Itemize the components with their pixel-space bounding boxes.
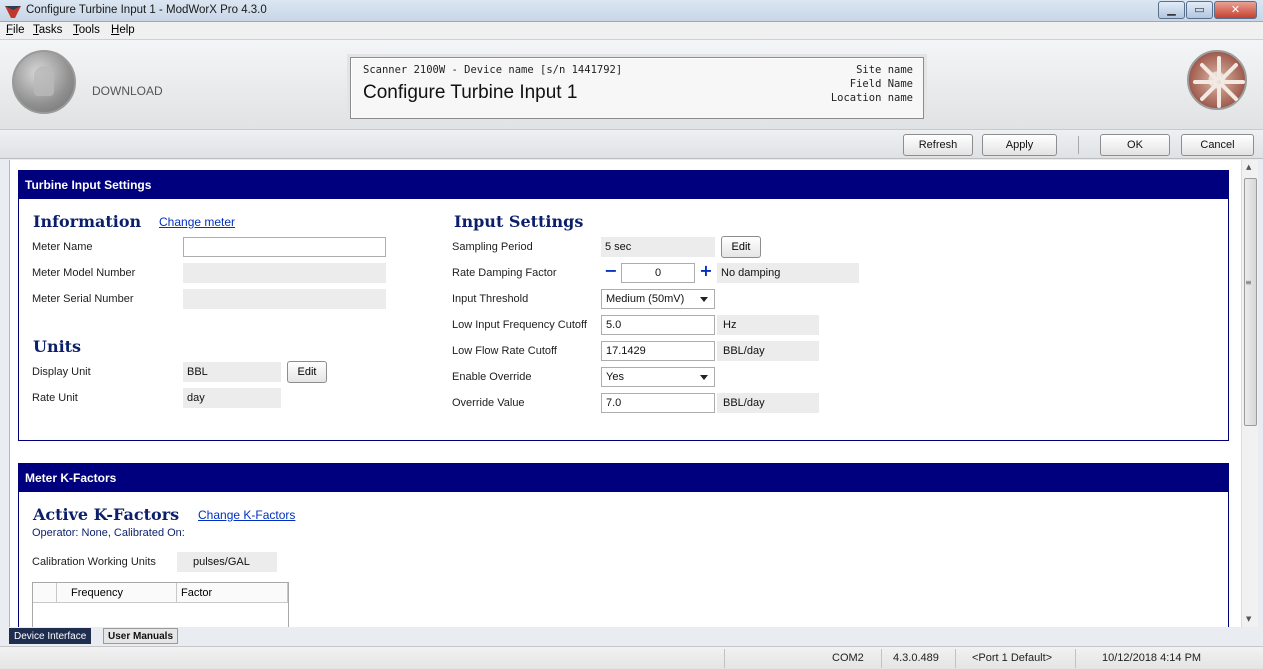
override-value-input[interactable]: 7.0 [601,393,715,413]
enable-override-select[interactable]: Yes [601,367,715,387]
apply-button[interactable]: Apply [982,134,1057,156]
window-title: Configure Turbine Input 1 - ModWorX Pro … [26,4,267,16]
active-kfactors-heading: Active K-Factors [33,505,180,524]
status-divider [881,649,882,668]
tab-user-manuals[interactable]: User Manuals [103,628,179,644]
override-value-label: Override Value [452,397,525,409]
meter-serial-field [183,289,386,309]
status-divider [955,649,956,668]
input-threshold-value: Medium (50mV) [606,293,685,305]
operator-calibrated-text: Operator: None, Calibrated On: [32,527,185,539]
damping-description: No damping [717,263,859,283]
window-title-bar: Configure Turbine Input 1 - ModWorX Pro … [0,0,1263,22]
tab-device-interface[interactable]: Device Interface [9,628,92,644]
menu-help[interactable]: Help [111,24,135,36]
panel-title: Turbine Input Settings [19,171,1228,199]
sampling-period-field: 5 sec [601,237,715,257]
meter-name-input[interactable] [183,237,386,257]
display-unit-field: BBL [183,362,281,382]
damping-increment-button[interactable]: + [698,263,714,281]
damping-input[interactable]: 0 [621,263,695,283]
site-name: Site name [856,64,913,76]
menu-tools[interactable]: Tools [73,24,100,36]
cal-units-field: pulses/GAL [177,552,277,572]
rate-unit-label: Rate Unit [32,392,78,404]
factor-column-header[interactable]: Factor [177,583,288,603]
meter-name-label: Meter Name [32,241,93,253]
status-divider [1075,649,1076,668]
app-logo-icon [5,6,21,18]
scroll-down-icon[interactable]: ▼ [1246,615,1251,623]
meter-model-field [183,263,386,283]
vertical-scrollbar[interactable]: ▲ ≡ ▼ [1241,160,1258,627]
minimize-button[interactable]: ▁ [1158,1,1185,19]
information-heading: Information [33,212,142,231]
input-threshold-label: Input Threshold [452,293,529,305]
menu-bar: File Tasks Tools Help [0,22,1263,40]
damping-decrement-button[interactable]: − [603,263,619,281]
low-flow-label: Low Flow Rate Cutoff [452,345,557,357]
device-info-box: Scanner 2100W - Device name [s/n 1441792… [350,57,924,119]
scrollbar-thumb[interactable] [1244,178,1257,426]
cal-units-label: Calibration Working Units [32,556,156,568]
main-content: Turbine Input Settings Information Chang… [9,160,1241,627]
display-unit-label: Display Unit [32,366,91,378]
cancel-button[interactable]: Cancel [1181,134,1254,156]
screen-title: Configure Turbine Input 1 [363,82,578,103]
status-datetime: 10/12/2018 4:14 PM [1102,652,1202,664]
low-freq-label: Low Input Frequency Cutoff [452,319,587,331]
toolbar-divider [1078,136,1079,154]
sampling-period-edit-button[interactable]: Edit [721,236,761,258]
fan-logo-icon [1187,50,1247,110]
kfactor-table: Frequency Factor [32,582,289,627]
override-value-unit: BBL/day [717,393,819,413]
rate-unit-field: day [183,388,281,408]
sampling-period-label: Sampling Period [452,241,533,253]
chevron-down-icon [700,297,708,302]
scroll-up-icon[interactable]: ▲ [1246,163,1251,171]
status-version: 4.3.0.489 [893,652,939,664]
close-button[interactable]: ✕ [1214,1,1257,19]
ok-button[interactable]: OK [1100,134,1170,156]
menu-tasks[interactable]: Tasks [33,24,62,36]
maximize-button[interactable]: ▭ [1186,1,1213,19]
refresh-button[interactable]: Refresh [903,134,973,156]
enable-override-label: Enable Override [452,371,532,383]
meter-serial-label: Meter Serial Number [32,293,134,305]
change-kfactors-link[interactable]: Change K-Factors [198,508,295,522]
input-settings-heading: Input Settings [454,212,584,231]
status-port: COM2 [832,652,864,664]
frequency-column-header[interactable]: Frequency [57,583,177,603]
meter-model-label: Meter Model Number [32,267,136,279]
status-bar: COM2 4.3.0.489 <Port 1 Default> 10/12/20… [0,646,1263,669]
download-icon[interactable] [12,50,76,114]
app-header: DOWNLOAD Scanner 2100W - Device name [s/… [0,40,1263,130]
device-line: Scanner 2100W - Device name [s/n 1441792… [363,64,623,76]
action-toolbar: Refresh Apply OK Cancel [0,130,1263,159]
status-divider [724,649,725,668]
status-port-default: <Port 1 Default> [972,652,1053,664]
display-unit-edit-button[interactable]: Edit [287,361,327,383]
change-meter-link[interactable]: Change meter [159,215,235,229]
kfactor-panel: Meter K-Factors Active K-Factors Change … [18,463,1229,627]
location-name: Location name [830,92,913,104]
damping-label: Rate Damping Factor [452,267,557,279]
field-name: Field Name [849,78,913,90]
low-flow-unit: BBL/day [717,341,819,361]
bottom-tab-strip: Device Interface User Manuals [9,627,1241,645]
low-freq-input[interactable]: 5.0 [601,315,715,335]
low-freq-unit: Hz [717,315,819,335]
menu-file[interactable]: File [6,24,25,36]
download-label[interactable]: DOWNLOAD [92,84,163,98]
table-row-selector-header [33,583,57,603]
chevron-down-icon [700,375,708,380]
low-flow-input[interactable]: 17.1429 [601,341,715,361]
units-heading: Units [33,337,82,356]
enable-override-value: Yes [606,371,624,383]
turbine-input-panel: Turbine Input Settings Information Chang… [18,170,1229,441]
scroll-grip-icon: ≡ [1245,278,1252,287]
panel-title: Meter K-Factors [19,464,1228,492]
input-threshold-select[interactable]: Medium (50mV) [601,289,715,309]
